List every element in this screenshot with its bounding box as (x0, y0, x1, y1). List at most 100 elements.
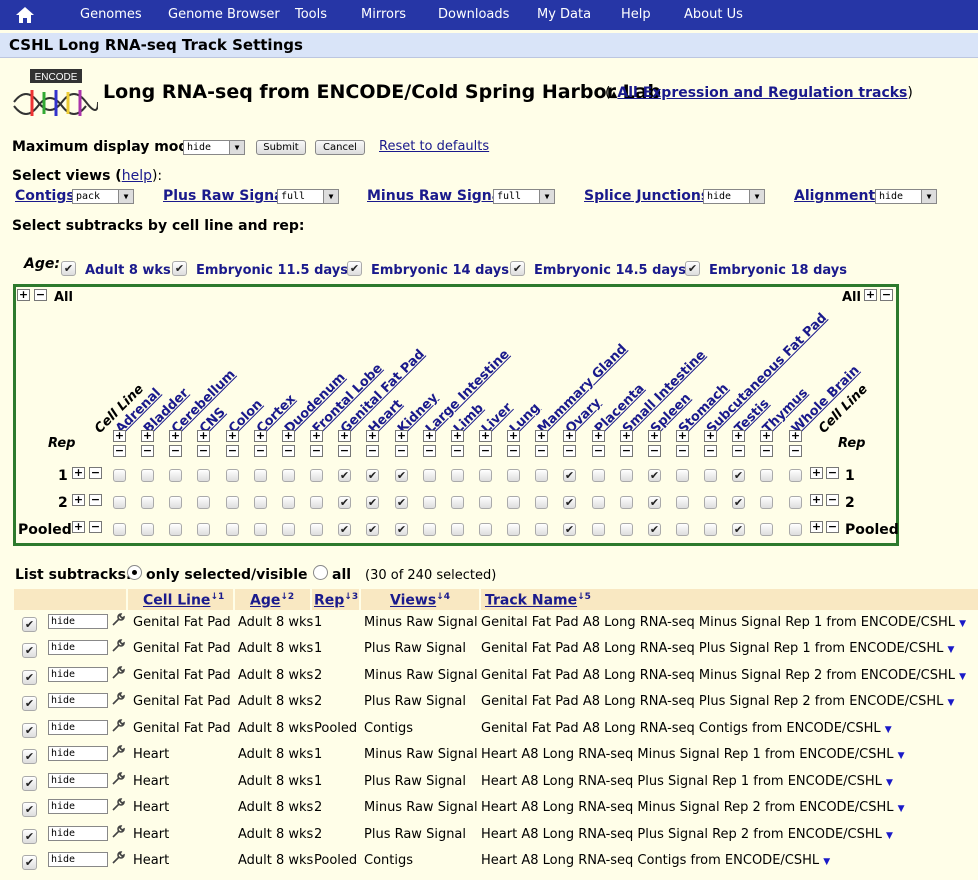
subtrack-matrix-checkbox[interactable] (197, 523, 210, 536)
wrench-icon[interactable] (112, 745, 125, 762)
column-minus-button[interactable]: − (254, 445, 267, 457)
column-plus-button[interactable]: + (423, 430, 436, 442)
wrench-icon[interactable] (112, 825, 125, 842)
select-all-minus-button-right[interactable]: − (880, 289, 893, 301)
row-minus-button[interactable]: − (89, 467, 102, 479)
view-link-splice-junctions[interactable]: Splice Junctions (584, 188, 709, 204)
subtrack-matrix-checkbox[interactable] (676, 523, 689, 536)
age-checkbox[interactable]: ✔ (61, 261, 76, 276)
column-plus-button[interactable]: + (789, 430, 802, 442)
row-minus-button[interactable]: − (89, 521, 102, 533)
subtrack-matrix-checkbox[interactable] (169, 469, 182, 482)
subtrack-matrix-checkbox[interactable] (760, 496, 773, 509)
view-link-plus-raw-signal[interactable]: Plus Raw Signal (163, 188, 288, 204)
subtrack-matrix-checkbox[interactable] (479, 523, 492, 536)
subtrack-matrix-checkbox[interactable]: ✔ (563, 523, 576, 536)
column-minus-button[interactable]: − (760, 445, 773, 457)
view-select-splice-junctions[interactable]: hide ▼ (703, 189, 765, 204)
sort-header-cell-line[interactable]: Cell Line↓1 (143, 592, 224, 609)
reset-defaults-link[interactable]: Reset to defaults (379, 139, 489, 154)
column-minus-button[interactable]: − (732, 445, 745, 457)
subtrack-row-checkbox[interactable]: ✔ (22, 776, 37, 791)
column-minus-button[interactable]: − (648, 445, 661, 457)
subtrack-matrix-checkbox[interactable] (592, 523, 605, 536)
column-minus-button[interactable]: − (141, 445, 154, 457)
visibility-select[interactable]: hide (48, 799, 108, 814)
subtrack-matrix-checkbox[interactable] (254, 496, 267, 509)
nav-item-my-data[interactable]: My Data (537, 7, 591, 22)
subtrack-matrix-checkbox[interactable] (479, 469, 492, 482)
chevron-down-icon[interactable]: ▼ (823, 857, 830, 867)
sort-header-track-name[interactable]: Track Name↓5 (485, 592, 591, 609)
chevron-down-icon[interactable]: ▼ (886, 831, 893, 841)
wrench-icon[interactable] (112, 719, 125, 736)
subtrack-matrix-checkbox[interactable] (592, 496, 605, 509)
row-plus-button[interactable]: + (72, 494, 85, 506)
nav-item-mirrors[interactable]: Mirrors (361, 7, 406, 22)
chevron-down-icon[interactable]: ▼ (959, 672, 966, 682)
column-plus-button[interactable]: + (760, 430, 773, 442)
sort-header-rep[interactable]: Rep↓3 (314, 592, 358, 609)
row-track-name[interactable]: Heart A8 Long RNA-seq Plus Signal Rep 1 … (481, 774, 893, 789)
subtrack-matrix-checkbox[interactable] (113, 523, 126, 536)
subtrack-matrix-checkbox[interactable] (282, 496, 295, 509)
subtrack-matrix-checkbox[interactable] (760, 469, 773, 482)
visibility-select[interactable]: hide (48, 693, 108, 708)
row-track-name[interactable]: Heart A8 Long RNA-seq Minus Signal Rep 1… (481, 747, 905, 762)
column-plus-button[interactable]: + (676, 430, 689, 442)
subtrack-matrix-checkbox[interactable] (226, 469, 239, 482)
chevron-down-icon[interactable]: ▼ (898, 751, 905, 761)
subtrack-matrix-checkbox[interactable] (141, 523, 154, 536)
column-minus-button[interactable]: − (620, 445, 633, 457)
column-minus-button[interactable]: − (704, 445, 717, 457)
subtrack-matrix-checkbox[interactable]: ✔ (366, 496, 379, 509)
column-minus-button[interactable]: − (592, 445, 605, 457)
subtrack-matrix-checkbox[interactable]: ✔ (648, 469, 661, 482)
wrench-icon[interactable] (112, 798, 125, 815)
subtrack-matrix-checkbox[interactable] (620, 523, 633, 536)
column-minus-button[interactable]: − (366, 445, 379, 457)
row-plus-button-right[interactable]: + (810, 494, 823, 506)
nav-item-help[interactable]: Help (621, 7, 651, 22)
subtrack-matrix-checkbox[interactable] (423, 523, 436, 536)
visibility-select[interactable]: hide (48, 746, 108, 761)
subtrack-matrix-checkbox[interactable] (310, 496, 323, 509)
column-plus-button[interactable]: + (141, 430, 154, 442)
nav-item-downloads[interactable]: Downloads (438, 7, 509, 22)
column-plus-button[interactable]: + (732, 430, 745, 442)
column-minus-button[interactable]: − (282, 445, 295, 457)
select-all-plus-button-right[interactable]: + (864, 289, 877, 301)
subtrack-matrix-checkbox[interactable] (535, 469, 548, 482)
cancel-button[interactable]: Cancel (315, 140, 365, 155)
subtrack-matrix-checkbox[interactable] (282, 523, 295, 536)
row-minus-button[interactable]: − (89, 494, 102, 506)
column-plus-button[interactable]: + (226, 430, 239, 442)
subtrack-matrix-checkbox[interactable] (451, 469, 464, 482)
subtrack-matrix-checkbox[interactable]: ✔ (732, 496, 745, 509)
column-plus-button[interactable]: + (620, 430, 633, 442)
view-select-alignments[interactable]: hide ▼ (875, 189, 937, 204)
column-plus-button[interactable]: + (507, 430, 520, 442)
visibility-select[interactable]: hide (48, 852, 108, 867)
column-plus-button[interactable]: + (197, 430, 210, 442)
column-minus-button[interactable]: − (226, 445, 239, 457)
subtrack-matrix-checkbox[interactable] (704, 496, 717, 509)
subtrack-matrix-checkbox[interactable] (592, 469, 605, 482)
row-minus-button-right[interactable]: − (826, 494, 839, 506)
chevron-down-icon[interactable]: ▼ (885, 725, 892, 735)
subtrack-matrix-checkbox[interactable] (423, 496, 436, 509)
subtrack-matrix-checkbox[interactable] (113, 469, 126, 482)
column-plus-button[interactable]: + (535, 430, 548, 442)
row-plus-button-right[interactable]: + (810, 467, 823, 479)
column-minus-button[interactable]: − (676, 445, 689, 457)
subtrack-matrix-checkbox[interactable]: ✔ (648, 523, 661, 536)
subtrack-row-checkbox[interactable]: ✔ (22, 802, 37, 817)
subtrack-matrix-checkbox[interactable] (254, 523, 267, 536)
row-minus-button-right[interactable]: − (826, 467, 839, 479)
view-select-contigs[interactable]: pack ▼ (72, 189, 134, 204)
subtrack-matrix-checkbox[interactable] (789, 469, 802, 482)
wrench-icon[interactable] (112, 639, 125, 656)
subtrack-matrix-checkbox[interactable] (226, 496, 239, 509)
subtrack-matrix-checkbox[interactable] (282, 469, 295, 482)
column-plus-button[interactable]: + (254, 430, 267, 442)
